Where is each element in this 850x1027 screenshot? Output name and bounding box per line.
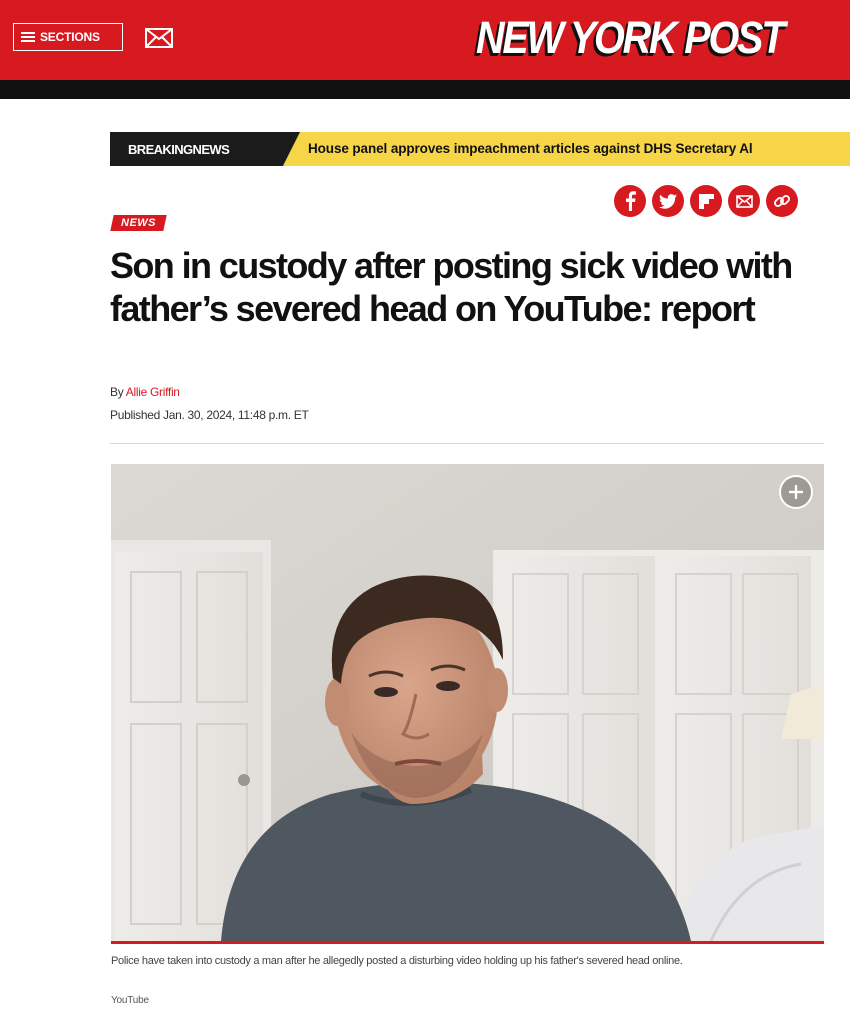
flipboard-icon [698,193,714,209]
copy-link-button[interactable] [766,185,798,217]
expand-photo-button[interactable] [778,474,814,510]
photo-credit: YouTube [111,995,149,1006]
menu-icon [21,32,35,42]
sections-button[interactable]: SECTIONS [13,23,123,51]
envelope-icon [145,28,173,48]
breaking-news-label: BREAKINGNEWS [110,132,300,166]
share-bar [614,185,798,217]
publish-date: Published Jan. 30, 2024, 11:48 p.m. ET [110,408,309,422]
author-link[interactable]: Allie Griffin [126,385,180,399]
photo-scene [111,464,824,941]
masthead: SECTIONS NEW YORK POST [0,0,850,80]
masthead-divider [0,80,850,99]
article-headline: Son in custody after posting sick video … [110,245,793,329]
article-photo[interactable] [111,464,824,941]
email-icon [735,194,753,208]
sections-label: SECTIONS [40,30,100,44]
logo-text: NEW YORK POST [476,12,786,63]
section-tag[interactable]: NEWS [110,215,167,231]
share-flipboard-button[interactable] [690,185,722,217]
byline-prefix: By [110,385,124,399]
facebook-icon [626,191,636,211]
section-tag-label: NEWS [121,217,156,229]
link-icon [774,195,790,207]
header-divider [110,443,824,444]
twitter-icon [659,193,677,209]
byline: By Allie Griffin [110,385,180,399]
share-facebook-button[interactable] [614,185,646,217]
photo-divider [111,941,824,944]
share-twitter-button[interactable] [652,185,684,217]
photo-caption: Police have taken into custody a man aft… [111,955,683,967]
breaking-news-bar: BREAKINGNEWS House panel approves impeac… [110,132,850,166]
breaking-news-headline[interactable]: House panel approves impeachment article… [308,132,753,166]
plus-circle-icon [779,475,813,509]
site-logo[interactable]: NEW YORK POST [450,8,810,68]
newsletter-button[interactable] [143,25,175,51]
share-email-button[interactable] [728,185,760,217]
